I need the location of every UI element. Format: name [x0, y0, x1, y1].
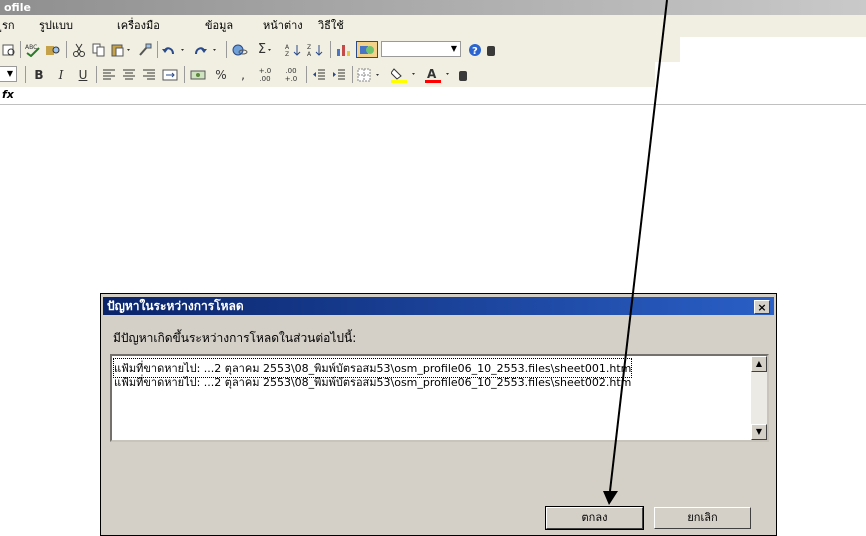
toolbar-separator — [306, 66, 307, 83]
menu-item-format[interactable]: รูปแบบ — [39, 19, 73, 33]
menu-item-insert[interactable]: ูรก — [2, 19, 15, 33]
formatting-toolbar: ▼ B I U % , +.0 .00 .00 +.0 A — [0, 62, 655, 87]
undo-icon[interactable] — [160, 41, 190, 58]
italic-button[interactable]: I — [52, 66, 70, 83]
svg-text:Z: Z — [307, 44, 311, 51]
indent-dec-icon[interactable] — [310, 66, 328, 83]
merge-icon[interactable] — [160, 66, 180, 83]
ok-button[interactable]: ตกลง — [545, 506, 644, 530]
align-center-icon[interactable] — [120, 66, 138, 83]
chevron-down-icon[interactable]: ▼ — [4, 67, 16, 81]
scroll-up-icon[interactable]: ▲ — [751, 356, 767, 372]
hyperlink-icon[interactable] — [230, 41, 250, 58]
menu-item-data[interactable]: ข้อมูล — [205, 19, 233, 33]
chevron-down-icon[interactable]: ▼ — [448, 42, 460, 56]
sort-asc-icon[interactable]: AZ — [284, 41, 304, 58]
standard-toolbar: ABC Σ AZ ZA ▼ ? — [0, 37, 680, 62]
zoom-combo[interactable]: ▼ — [381, 41, 461, 57]
menu-item-help[interactable]: วิธีใช้ — [318, 19, 344, 33]
menu-item-window[interactable]: หน้าต่าง — [263, 19, 303, 33]
align-right-icon[interactable] — [140, 66, 158, 83]
toolbar-options-icon[interactable] — [487, 46, 495, 56]
copy-icon[interactable] — [90, 41, 108, 58]
svg-text:A: A — [285, 44, 290, 51]
toolbar-separator — [96, 66, 97, 83]
toolbar-options-icon[interactable] — [459, 71, 467, 81]
toolbar-separator — [66, 41, 67, 58]
format-painter-icon[interactable] — [136, 41, 154, 58]
toolbar-separator — [184, 66, 185, 83]
toolbar-separator — [20, 41, 21, 58]
align-left-icon[interactable] — [100, 66, 118, 83]
menu-item-tools[interactable]: เครื่องมือ — [117, 19, 160, 33]
bold-button[interactable]: B — [30, 66, 48, 83]
toolbar-separator — [352, 66, 353, 83]
scrollbar[interactable]: ▲ ▼ — [751, 356, 767, 440]
decrease-decimal-button[interactable]: .00 +.0 — [280, 66, 302, 83]
svg-text:A: A — [307, 51, 312, 57]
fx-label: fx — [2, 88, 14, 101]
toolbar-separator — [226, 41, 227, 58]
paste-icon[interactable] — [110, 41, 134, 58]
underline-button[interactable]: U — [74, 66, 92, 83]
help-icon[interactable]: ? — [466, 41, 484, 58]
svg-text:ABC: ABC — [25, 44, 37, 51]
font-color-icon[interactable]: A — [424, 66, 456, 83]
missing-files-list[interactable]: แฟ้มที่ขาดหายไป: ...2 ตุลาคม 2553\08_พิม… — [110, 354, 769, 442]
menu-bar: ูรก รูปแบบ เครื่องมือ ข้อมูล หน้าต่าง วิ… — [0, 15, 866, 37]
window-title: ofile — [4, 1, 31, 14]
spelling-icon[interactable]: ABC — [24, 41, 42, 58]
chart-icon[interactable] — [334, 41, 354, 58]
percent-button[interactable]: % — [212, 66, 230, 83]
toolbar-separator — [157, 41, 158, 58]
list-item[interactable]: แฟ้มที่ขาดหายไป: ...2 ตุลาคม 2553\08_พิม… — [114, 373, 631, 391]
redo-icon[interactable] — [192, 41, 222, 58]
cancel-button[interactable]: ยกเลิก — [654, 507, 751, 529]
currency-icon[interactable] — [188, 66, 208, 83]
sort-desc-icon[interactable]: ZA — [306, 41, 326, 58]
formula-bar[interactable]: fx — [0, 87, 866, 105]
dialog-message: มีปัญหาเกิดขึ้นระหว่างการโหลดในส่วนต่อไป… — [113, 331, 357, 345]
font-size-combo[interactable]: ▼ — [0, 66, 17, 82]
autosum-icon[interactable]: Σ — [252, 41, 282, 58]
comma-button[interactable]: , — [236, 66, 250, 83]
scroll-down-icon[interactable]: ▼ — [751, 424, 767, 440]
fill-color-icon[interactable] — [390, 66, 422, 83]
dialog-title: ปัญหาในระหว่างการโหลด — [107, 299, 244, 313]
svg-text:A: A — [427, 67, 437, 81]
close-icon[interactable]: × — [754, 300, 770, 314]
cut-icon[interactable] — [70, 41, 88, 58]
drawing-icon[interactable] — [356, 41, 378, 58]
research-icon[interactable] — [44, 41, 62, 58]
load-error-dialog: ปัญหาในระหว่างการโหลด × มีปัญหาเกิดขึ้นร… — [100, 293, 777, 536]
svg-text:Z: Z — [285, 51, 289, 57]
increase-decimal-button[interactable]: +.0 .00 — [254, 66, 276, 83]
svg-text:?: ? — [472, 46, 478, 57]
indent-inc-icon[interactable] — [330, 66, 348, 83]
toolbar-separator — [25, 66, 26, 83]
toolbar-separator — [330, 41, 331, 58]
borders-icon[interactable] — [356, 66, 386, 83]
window-titlebar: ofile — [0, 0, 866, 15]
dialog-titlebar: ปัญหาในระหว่างการโหลด × — [103, 297, 774, 315]
print-preview-icon[interactable] — [0, 41, 18, 58]
